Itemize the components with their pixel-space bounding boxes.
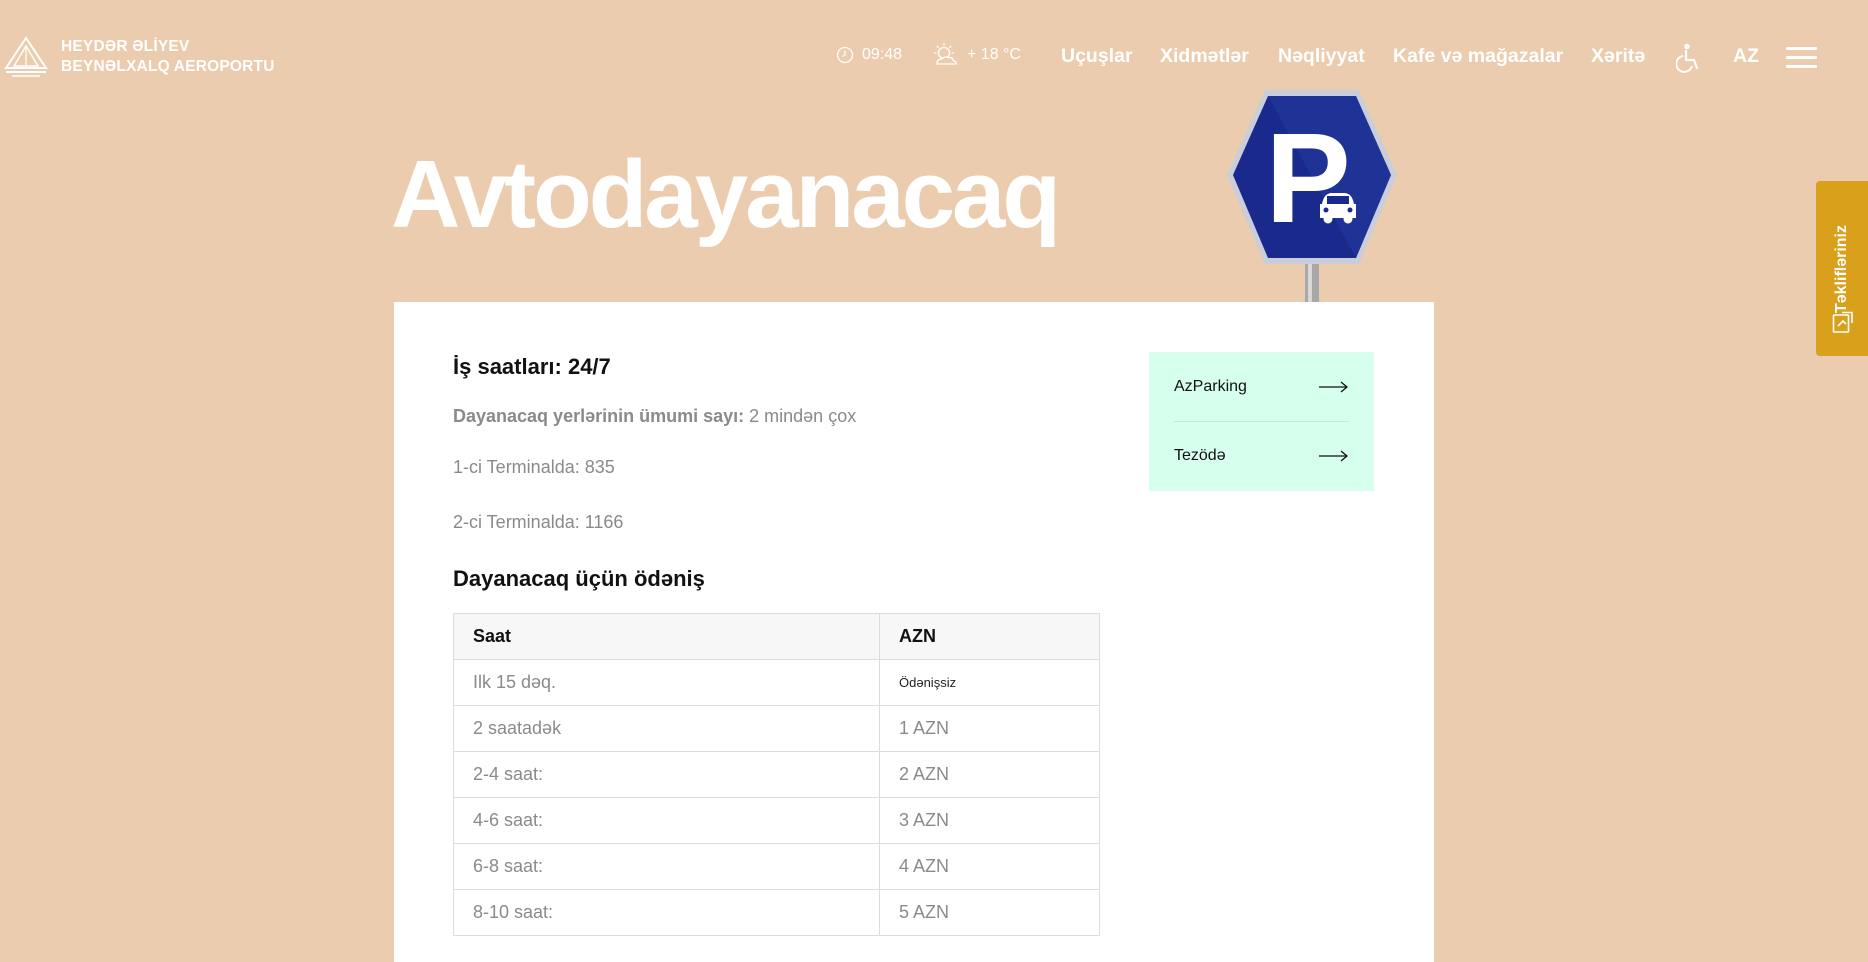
related-links-panel: AzParking Tezödə: [1149, 352, 1374, 491]
page-title: Avtodayanacaq: [391, 141, 1061, 248]
tezode-link-label: Tezödə: [1174, 447, 1226, 464]
table-row: 2-4 saat: 2 AZN: [453, 751, 1100, 798]
nav-link-map[interactable]: Xəritə: [1591, 45, 1645, 68]
sun-cloud-icon: [934, 43, 957, 65]
price-cell: 3 AZN: [879, 797, 1100, 844]
nav-link-transport[interactable]: Nəqliyyat: [1278, 45, 1365, 68]
payment-heading: Dayanacaq üçün ödəniş: [453, 566, 705, 591]
total-spaces-value: 2 mindən çox: [749, 406, 857, 426]
azparking-link-label: AzParking: [1174, 377, 1247, 395]
arrow-right-icon: [1319, 450, 1349, 462]
logo-line-1: HEYDƏR ƏLİYEV: [61, 38, 190, 55]
tezode-link[interactable]: Tezödə: [1174, 421, 1349, 490]
price-cell: 1 AZN: [879, 705, 1100, 752]
total-spaces-label: Dayanacaq yerlərinin ümumi sayı:: [453, 406, 745, 426]
duration-cell: 4-6 saat:: [453, 797, 880, 844]
feedback-tab-label: Təklifləriniz: [1833, 224, 1850, 314]
parking-fee-table: Saat AZN Ilk 15 dəq. Ödənişsiz 2 saatadə…: [453, 613, 1100, 936]
airport-logo[interactable]: HEYDƏR ƏLİYEV BEYNƏLXALQ AEROPORTU: [4, 36, 275, 78]
duration-cell: 6-8 saat:: [453, 843, 880, 890]
duration-cell: Ilk 15 dəq.: [453, 659, 880, 706]
table-row: 4-6 saat: 3 AZN: [453, 797, 1100, 844]
duration-cell: 8-10 saat:: [453, 889, 880, 936]
column-header-price: AZN: [879, 613, 1100, 660]
parking-sign-icon: P: [1227, 90, 1397, 304]
total-spaces: Dayanacaq yerlərinin ümumi sayı: 2 mində…: [453, 406, 856, 427]
temperature-value: + 18 °C: [967, 46, 1021, 63]
nav-link-flights[interactable]: Uçuşlar: [1061, 45, 1133, 68]
terminal-2-spaces: 2-ci Terminalda: 1166: [453, 512, 624, 532]
logo-line-2: BEYNƏLXALQ AEROPORTU: [61, 58, 275, 75]
column-header-hours: Saat: [453, 613, 880, 660]
menu-icon[interactable]: [1786, 47, 1817, 69]
table-row: Ilk 15 dəq. Ödənişsiz: [453, 659, 1100, 706]
airport-logo-icon: [4, 36, 48, 77]
nav-link-cafes-shops[interactable]: Kafe və mağazalar: [1393, 45, 1563, 68]
table-row: 8-10 saat: 5 AZN: [453, 889, 1100, 936]
accessibility-icon[interactable]: [1676, 43, 1702, 73]
feedback-tab[interactable]: Təklifləriniz: [1816, 181, 1868, 356]
current-weather: + 18 °C: [931, 42, 1021, 68]
azparking-link[interactable]: AzParking: [1174, 352, 1349, 421]
price-cell: 5 AZN: [879, 889, 1100, 936]
content-card: İş saatları: 24/7 Dayanacaq yerlərinin ü…: [394, 302, 1434, 962]
terminal-1-spaces: 1-ci Terminalda: 835: [453, 457, 615, 477]
table-header-row: Saat AZN: [453, 613, 1100, 660]
table-row: 6-8 saat: 4 AZN: [453, 843, 1100, 890]
working-hours: İş saatları: 24/7: [453, 354, 611, 379]
duration-cell: 2 saatadək: [453, 705, 880, 752]
duration-cell: 2-4 saat:: [453, 751, 880, 798]
price-cell: 4 AZN: [879, 843, 1100, 890]
language-selector[interactable]: AZ: [1733, 45, 1759, 68]
current-time: 09:48: [836, 46, 902, 64]
parking-sign-letter: P: [1265, 107, 1350, 250]
table-row: 2 saatadək 1 AZN: [453, 705, 1100, 752]
clock-icon: [836, 46, 854, 64]
arrow-right-icon: [1319, 381, 1349, 392]
price-cell: Ödənişsiz: [879, 659, 1100, 706]
price-cell: 2 AZN: [879, 751, 1100, 798]
nav-link-services[interactable]: Xidmətlər: [1160, 45, 1249, 68]
site-header: HEYDƏR ƏLİYEV BEYNƏLXALQ AEROPORTU 09:48…: [0, 0, 1868, 115]
feedback-icon: [1832, 311, 1853, 333]
logo-text: HEYDƏR ƏLİYEV BEYNƏLXALQ AEROPORTU: [61, 37, 275, 77]
time-value: 09:48: [862, 46, 903, 63]
